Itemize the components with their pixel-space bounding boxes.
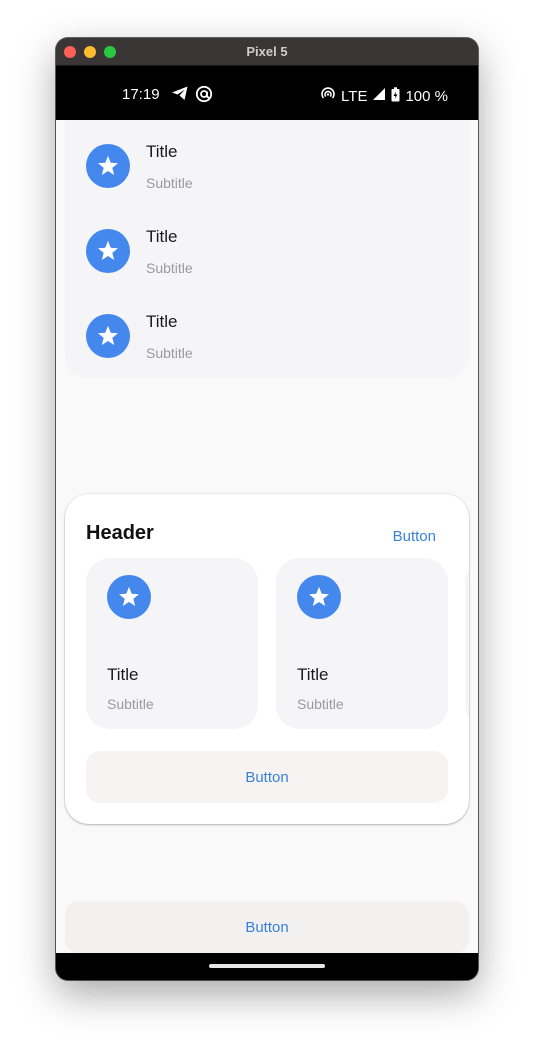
star-icon bbox=[86, 314, 130, 358]
bottom-button[interactable]: Button bbox=[65, 901, 469, 953]
card-wide-button[interactable]: Button bbox=[86, 751, 448, 803]
window-title: Pixel 5 bbox=[246, 44, 288, 59]
star-icon bbox=[297, 575, 341, 619]
carousel-tile-peek[interactable] bbox=[465, 558, 469, 729]
at-sign-icon bbox=[195, 85, 213, 107]
hotspot-icon bbox=[320, 86, 336, 106]
list-item-title: Title bbox=[146, 227, 178, 246]
list-item-title: Title bbox=[146, 312, 178, 331]
status-right: LTE 100 % bbox=[320, 86, 448, 106]
telegram-icon bbox=[171, 85, 189, 105]
carousel-tile[interactable]: Title Subtitle bbox=[86, 558, 258, 729]
card-header: Header bbox=[86, 522, 154, 544]
list-item-subtitle: Subtitle bbox=[146, 260, 193, 276]
home-gesture-handle[interactable] bbox=[209, 964, 325, 968]
tile-subtitle: Subtitle bbox=[297, 696, 344, 712]
star-icon bbox=[107, 575, 151, 619]
star-icon bbox=[86, 144, 130, 188]
network-type: LTE bbox=[341, 87, 368, 105]
tile-subtitle: Subtitle bbox=[107, 696, 154, 712]
list-item-title: Title bbox=[146, 142, 178, 161]
emulator-window: Pixel 5 17:19 LTE 100 % Title Subtitle T… bbox=[56, 38, 478, 980]
list-item[interactable]: Title Subtitle bbox=[65, 205, 469, 290]
list-card: Title Subtitle Title Subtitle Title Subt… bbox=[65, 120, 469, 378]
status-time: 17:19 bbox=[122, 86, 160, 103]
app-screen: Title Subtitle Title Subtitle Title Subt… bbox=[56, 120, 478, 953]
tile-title: Title bbox=[297, 665, 329, 684]
carousel-tile[interactable]: Title Subtitle bbox=[276, 558, 448, 729]
battery-level: 100 % bbox=[405, 87, 448, 105]
tile-title: Title bbox=[107, 665, 139, 684]
list-item-subtitle: Subtitle bbox=[146, 175, 193, 191]
header-card: Header Button Title Subtitle Title Subti… bbox=[65, 494, 469, 824]
signal-icon bbox=[372, 87, 386, 105]
window-titlebar: Pixel 5 bbox=[56, 38, 478, 66]
battery-icon bbox=[391, 86, 400, 106]
card-header-button[interactable]: Button bbox=[393, 528, 436, 545]
star-icon bbox=[86, 229, 130, 273]
list-item[interactable]: Title Subtitle bbox=[65, 290, 469, 375]
status-bar: 17:19 LTE 100 % bbox=[56, 66, 478, 120]
navigation-bar bbox=[56, 953, 478, 980]
list-item-subtitle: Subtitle bbox=[146, 345, 193, 361]
list-item[interactable]: Title Subtitle bbox=[65, 120, 469, 205]
